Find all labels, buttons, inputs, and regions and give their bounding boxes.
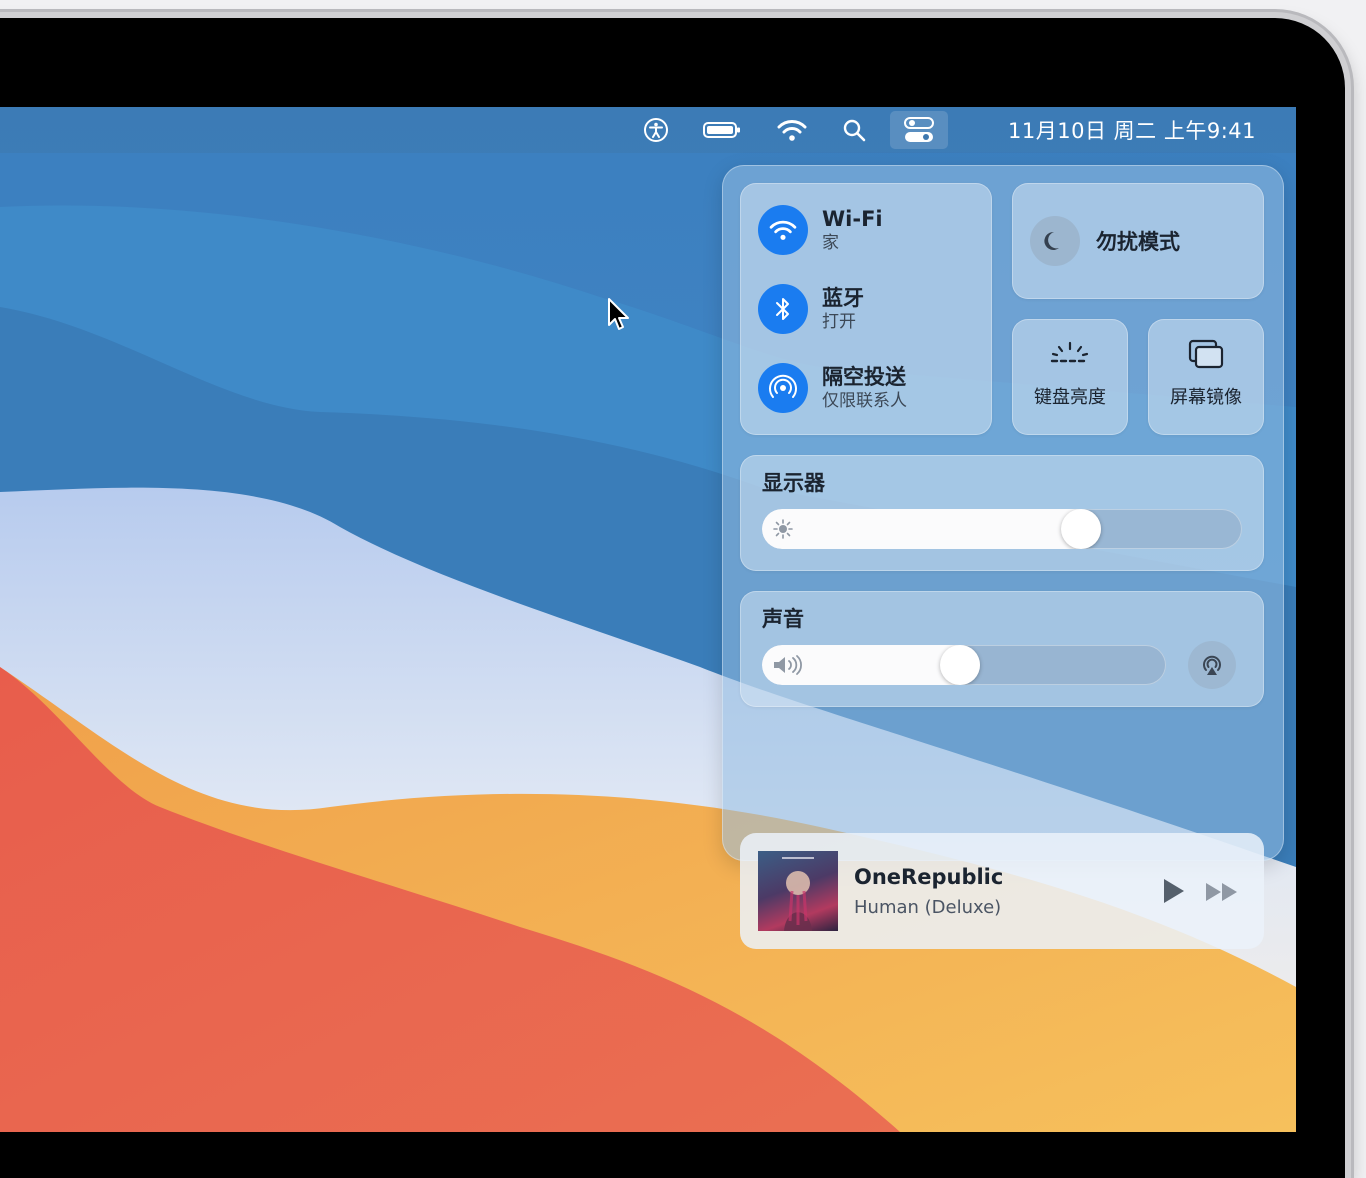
control-center-panel: Wi-Fi 家 蓝牙 打开 隔空投送 仅限联系人 勿扰模式 键盘亮度 屏幕镜像 … bbox=[722, 165, 1284, 949]
airdrop-icon bbox=[769, 374, 797, 398]
screen-mirroring-tile[interactable]: 屏幕镜像 bbox=[1148, 319, 1264, 435]
now-playing-tile[interactable]: OneRepublic Human (Deluxe) bbox=[740, 833, 1264, 949]
menu-bar: 11月10日 周二 上午9:41 bbox=[0, 107, 1296, 153]
display-brightness-slider[interactable] bbox=[762, 509, 1242, 549]
wifi-title: Wi-Fi bbox=[822, 206, 883, 231]
now-playing-artist: OneRepublic bbox=[854, 865, 1004, 889]
bluetooth-title: 蓝牙 bbox=[822, 285, 864, 310]
sun-icon bbox=[773, 519, 793, 539]
now-playing-album: Human (Deluxe) bbox=[854, 897, 1002, 918]
airdrop-subtitle: 仅限联系人 bbox=[822, 390, 907, 411]
airplay-audio-icon bbox=[1203, 655, 1221, 675]
do-not-disturb-label: 勿扰模式 bbox=[1096, 230, 1180, 254]
album-art bbox=[758, 851, 838, 931]
control-center-icon[interactable] bbox=[904, 117, 934, 143]
wifi-toggle[interactable] bbox=[758, 205, 808, 255]
volume-slider[interactable] bbox=[762, 645, 1166, 685]
network-tile: Wi-Fi 家 蓝牙 打开 隔空投送 仅限联系人 bbox=[740, 183, 992, 435]
speaker-icon bbox=[774, 655, 802, 675]
wifi-subtitle: 家 bbox=[822, 232, 839, 253]
screen-mirroring-icon bbox=[1148, 337, 1264, 371]
menu-bar-clock[interactable]: 11月10日 周二 上午9:41 bbox=[1008, 115, 1256, 145]
keyboard-brightness-label: 键盘亮度 bbox=[1034, 387, 1106, 408]
screen-mirroring-label: 屏幕镜像 bbox=[1170, 387, 1242, 408]
keyboard-brightness-tile[interactable]: 键盘亮度 bbox=[1012, 319, 1128, 435]
do-not-disturb-tile[interactable]: 勿扰模式 bbox=[1012, 183, 1264, 299]
sound-tile: 声音 bbox=[740, 591, 1264, 707]
bluetooth-subtitle: 打开 bbox=[822, 311, 856, 332]
wifi-icon[interactable] bbox=[777, 117, 807, 143]
bluetooth-toggle[interactable] bbox=[758, 284, 808, 334]
airdrop-title: 隔空投送 bbox=[822, 364, 906, 389]
display-tile: 显示器 bbox=[740, 455, 1264, 571]
wifi-row[interactable]: Wi-Fi 家 bbox=[758, 205, 883, 255]
volume-knob[interactable] bbox=[940, 645, 980, 685]
play-icon[interactable] bbox=[1160, 877, 1186, 905]
battery-icon[interactable] bbox=[703, 117, 741, 143]
search-icon[interactable] bbox=[841, 117, 867, 143]
bluetooth-icon bbox=[776, 298, 789, 320]
keyboard-brightness-icon bbox=[1012, 337, 1128, 367]
display-brightness-knob[interactable] bbox=[1061, 509, 1101, 549]
bluetooth-row[interactable]: 蓝牙 打开 bbox=[758, 284, 864, 334]
airplay-audio-button[interactable] bbox=[1188, 641, 1236, 689]
desktop-screen: 11月10日 周二 上午9:41 Wi-Fi 家 蓝牙 打开 隔空投送 仅限联系… bbox=[0, 107, 1296, 1132]
do-not-disturb-toggle[interactable] bbox=[1030, 216, 1080, 266]
airdrop-toggle[interactable] bbox=[758, 363, 808, 413]
moon-icon bbox=[1044, 231, 1059, 250]
mouse-cursor-icon bbox=[608, 298, 629, 330]
fast-forward-icon[interactable] bbox=[1204, 881, 1240, 903]
display-brightness-fill bbox=[762, 509, 1101, 549]
accessibility-icon[interactable] bbox=[643, 117, 669, 143]
display-title: 显示器 bbox=[762, 471, 825, 495]
sound-title: 声音 bbox=[762, 607, 804, 631]
airdrop-row[interactable]: 隔空投送 仅限联系人 bbox=[758, 363, 907, 413]
